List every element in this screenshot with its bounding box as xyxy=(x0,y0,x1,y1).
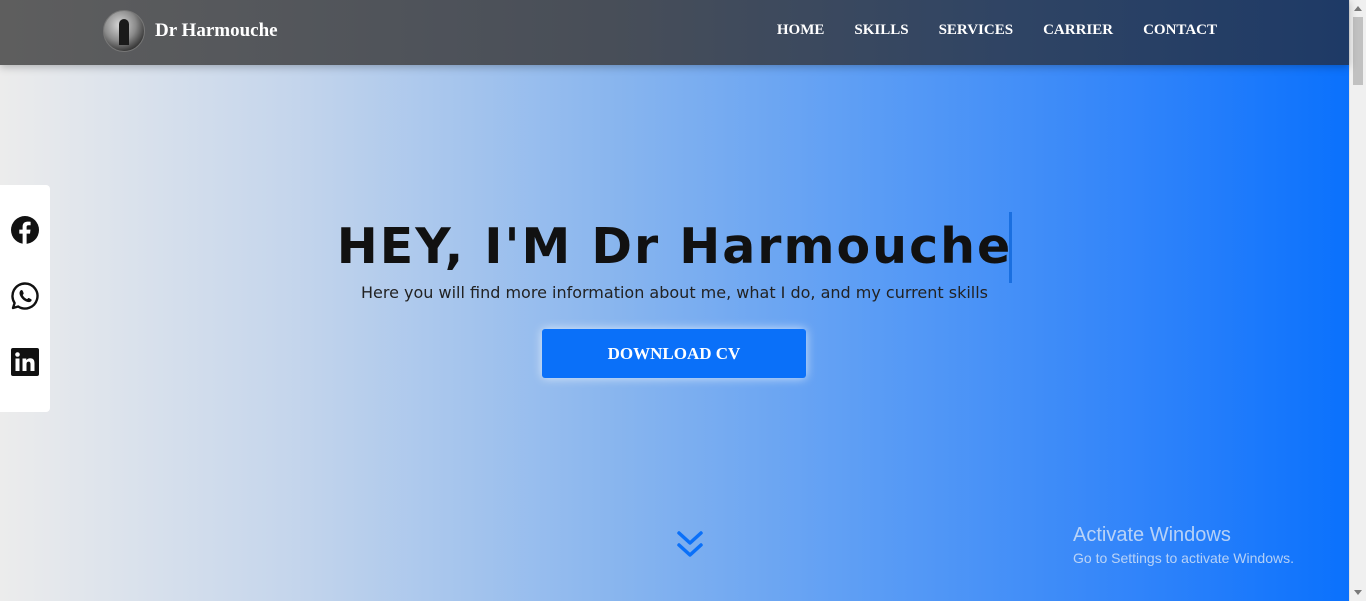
nav-link-services[interactable]: SERVICES xyxy=(939,22,1014,39)
linkedin-icon[interactable] xyxy=(10,347,40,377)
page-scrollbar[interactable] xyxy=(1349,0,1366,601)
typing-caret xyxy=(1009,212,1012,283)
nav-link-home[interactable]: HOME xyxy=(777,22,825,39)
navbar: Dr Harmouche HOME SKILLS SERVICES CARRIE… xyxy=(0,0,1349,65)
scrollbar-thumb[interactable] xyxy=(1353,17,1363,85)
windows-activation-watermark: Activate Windows Go to Settings to activ… xyxy=(1073,524,1294,566)
chevrons-down-icon[interactable] xyxy=(676,530,704,560)
brand[interactable]: Dr Harmouche xyxy=(103,10,278,52)
brand-name: Dr Harmouche xyxy=(155,20,278,41)
hero-subtitle: Here you will find more information abou… xyxy=(360,283,988,302)
avatar xyxy=(103,10,145,52)
watermark-title: Activate Windows xyxy=(1073,524,1231,546)
scroll-up-icon[interactable] xyxy=(1354,6,1362,11)
facebook-icon[interactable] xyxy=(10,215,40,245)
scroll-down-icon[interactable] xyxy=(1354,590,1362,595)
nav-link-carrier[interactable]: CARRIER xyxy=(1043,22,1113,39)
watermark-subtitle: Go to Settings to activate Windows. xyxy=(1073,550,1294,566)
nav-link-skills[interactable]: SKILLS xyxy=(854,22,908,39)
social-sidebar xyxy=(0,185,50,412)
download-cv-button[interactable]: DOWNLOAD CV xyxy=(542,329,806,378)
hero-headline: HEY, I'M Dr Harmouche xyxy=(336,218,1013,275)
whatsapp-icon[interactable] xyxy=(10,281,40,311)
main-nav: HOME SKILLS SERVICES CARRIER CONTACT xyxy=(747,22,1217,39)
nav-link-contact[interactable]: CONTACT xyxy=(1143,22,1217,39)
